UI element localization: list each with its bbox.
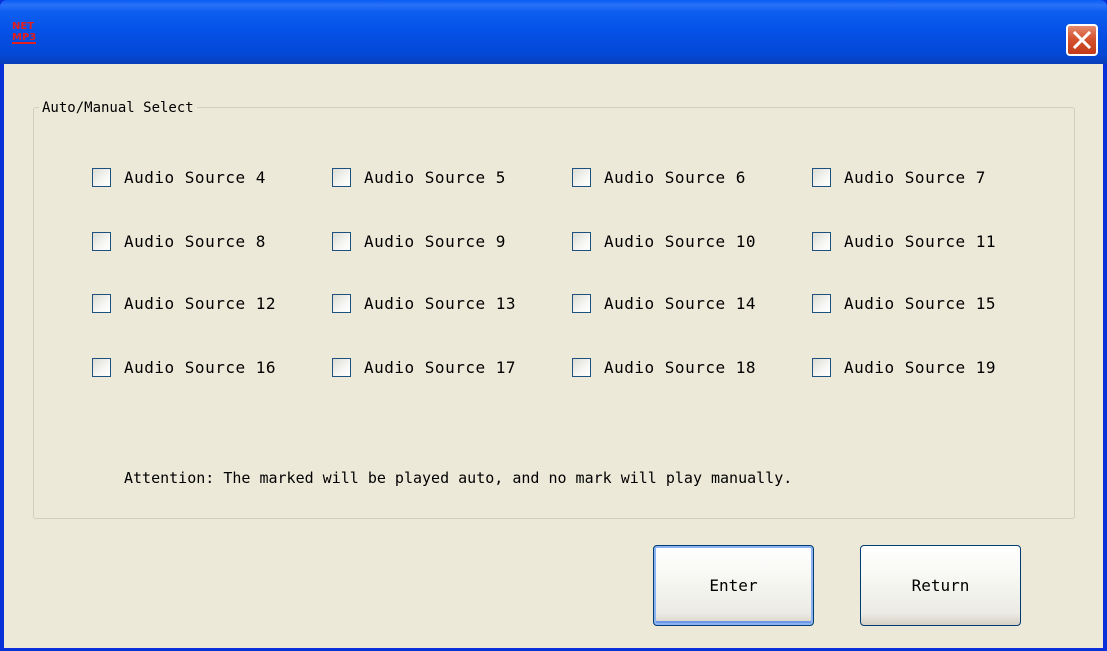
app-logo-icon: NET MP3 bbox=[12, 21, 36, 44]
checkbox-label: Audio Source 13 bbox=[364, 293, 516, 313]
checkbox-box[interactable] bbox=[92, 293, 111, 313]
attention-note: Attention: The marked will be played aut… bbox=[124, 469, 793, 487]
checkbox-box[interactable] bbox=[572, 167, 591, 187]
checkbox-box[interactable] bbox=[812, 167, 831, 187]
checkbox-label: Audio Source 12 bbox=[124, 293, 276, 313]
audio-source-checkbox[interactable]: Audio Source 4 bbox=[92, 165, 266, 189]
audio-source-checkbox[interactable]: Audio Source 11 bbox=[812, 229, 996, 253]
close-icon bbox=[1072, 30, 1092, 50]
checkbox-box[interactable] bbox=[812, 357, 831, 377]
audio-source-checkbox[interactable]: Audio Source 14 bbox=[572, 291, 756, 315]
checkbox-label: Audio Source 10 bbox=[604, 231, 756, 251]
audio-source-checkbox[interactable]: Audio Source 7 bbox=[812, 165, 986, 189]
checkbox-box[interactable] bbox=[332, 293, 351, 313]
title-bar[interactable]: NET MP3 bbox=[0, 0, 1107, 64]
checkbox-box[interactable] bbox=[572, 357, 591, 377]
audio-source-checkbox[interactable]: Audio Source 8 bbox=[92, 229, 266, 253]
checkbox-label: Audio Source 19 bbox=[844, 357, 996, 377]
checkbox-box[interactable] bbox=[92, 167, 111, 187]
audio-source-checkbox[interactable]: Audio Source 19 bbox=[812, 355, 996, 379]
checkbox-box[interactable] bbox=[92, 357, 111, 377]
checkbox-label: Audio Source 9 bbox=[364, 231, 506, 251]
return-button[interactable]: Return bbox=[860, 545, 1021, 626]
enter-button[interactable]: Enter bbox=[653, 545, 814, 626]
checkbox-box[interactable] bbox=[92, 231, 111, 251]
checkbox-label: Audio Source 11 bbox=[844, 231, 996, 251]
checkbox-box[interactable] bbox=[812, 231, 831, 251]
checkbox-label: Audio Source 4 bbox=[124, 167, 266, 187]
checkbox-label: Audio Source 5 bbox=[364, 167, 506, 187]
checkbox-label: Audio Source 16 bbox=[124, 357, 276, 377]
checkbox-label: Audio Source 15 bbox=[844, 293, 996, 313]
audio-source-checkbox[interactable]: Audio Source 9 bbox=[332, 229, 506, 253]
audio-source-checkbox[interactable]: Audio Source 12 bbox=[92, 291, 276, 315]
svg-text:MP3: MP3 bbox=[12, 32, 36, 43]
checkbox-label: Audio Source 6 bbox=[604, 167, 746, 187]
groupbox-legend: Auto/Manual Select bbox=[39, 98, 197, 118]
audio-source-checkbox[interactable]: Audio Source 13 bbox=[332, 291, 516, 315]
checkbox-box[interactable] bbox=[332, 231, 351, 251]
close-button[interactable] bbox=[1066, 24, 1098, 56]
checkbox-box[interactable] bbox=[572, 293, 591, 313]
dialog-body: Auto/Manual Select Audio Source 4 Audio S… bbox=[4, 64, 1103, 648]
audio-source-checkbox[interactable]: Audio Source 15 bbox=[812, 291, 996, 315]
checkbox-label: Audio Source 18 bbox=[604, 357, 756, 377]
checkbox-label: Audio Source 7 bbox=[844, 167, 986, 187]
audio-source-checkbox[interactable]: Audio Source 5 bbox=[332, 165, 506, 189]
audio-source-checkbox[interactable]: Audio Source 16 bbox=[92, 355, 276, 379]
checkbox-box[interactable] bbox=[812, 293, 831, 313]
checkbox-label: Audio Source 14 bbox=[604, 293, 756, 313]
checkbox-box[interactable] bbox=[332, 167, 351, 187]
audio-source-checkbox[interactable]: Audio Source 6 bbox=[572, 165, 746, 189]
audio-source-checkbox[interactable]: Audio Source 10 bbox=[572, 229, 756, 253]
audio-source-checkbox[interactable]: Audio Source 18 bbox=[572, 355, 756, 379]
checkbox-box[interactable] bbox=[332, 357, 351, 377]
checkbox-label: Audio Source 17 bbox=[364, 357, 516, 377]
checkbox-label: Audio Source 8 bbox=[124, 231, 266, 251]
checkbox-box[interactable] bbox=[572, 231, 591, 251]
audio-source-checkbox[interactable]: Audio Source 17 bbox=[332, 355, 516, 379]
svg-text:NET: NET bbox=[12, 21, 34, 32]
dialog-window: NET MP3 Auto/Manual Select Audio Source … bbox=[0, 0, 1107, 651]
